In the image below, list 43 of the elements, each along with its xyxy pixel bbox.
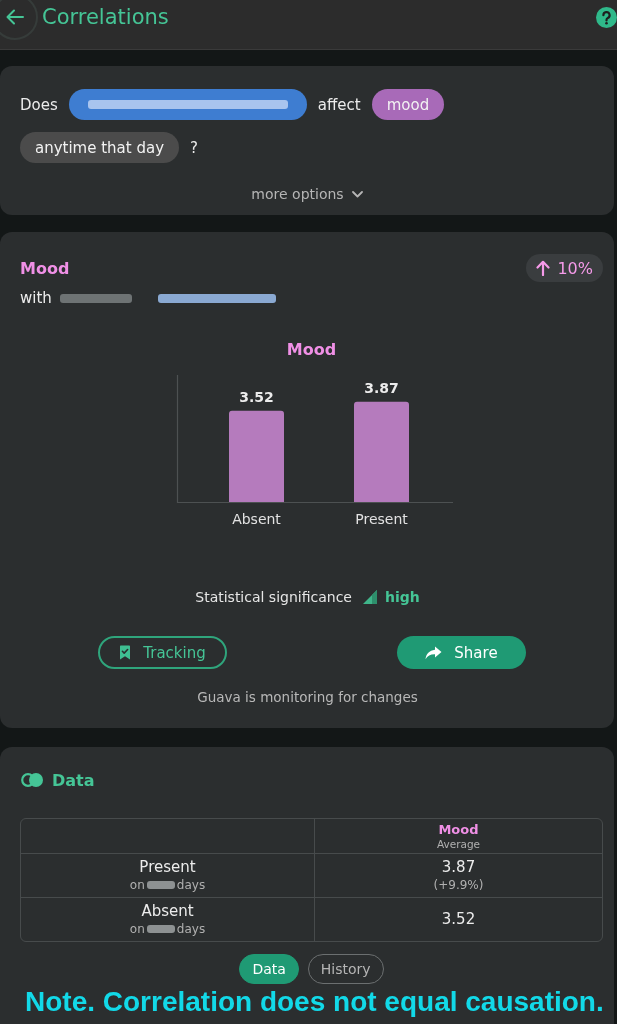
sublabel-text: on	[129, 922, 145, 936]
sublabel-text: days	[176, 878, 206, 892]
row-label: Present	[139, 857, 196, 877]
triangle-icon	[363, 590, 377, 604]
variable-chip[interactable]	[68, 89, 307, 120]
status-note: Guava is monitoring for changes	[196, 688, 419, 706]
bar-value-label: 3.87	[363, 379, 399, 396]
share-button[interactable]: Share	[397, 636, 526, 669]
section-title: Data	[52, 770, 95, 790]
chart-title: Mood	[286, 340, 337, 360]
bookmark-icon	[119, 645, 132, 660]
cell-value: 3.87	[441, 857, 476, 877]
sublabel-text: days	[176, 922, 206, 936]
question-text: Does	[20, 94, 58, 115]
cell-value: 3.52	[441, 910, 476, 929]
share-icon	[425, 645, 443, 660]
chevron-down-icon	[351, 190, 363, 198]
question-text: affect	[317, 94, 361, 115]
tracking-button[interactable]: Tracking	[98, 636, 227, 669]
result-title: Mood	[20, 258, 70, 278]
significance-label: Statistical significance	[195, 589, 352, 605]
circles-icon	[21, 773, 43, 787]
page-title: Correlations	[42, 4, 169, 31]
significance-value: high	[385, 589, 420, 605]
bar-value-label: 3.52	[238, 388, 274, 405]
help-icon[interactable]	[596, 7, 617, 28]
cell-change: (+9.9%)	[433, 876, 484, 894]
column-subtitle: Average	[436, 837, 481, 851]
row-label: Absent	[141, 901, 194, 921]
change-value: 10%	[557, 258, 593, 278]
caption-note: Note. Correlation does not equal causation.	[25, 987, 604, 1017]
column-title: Mood	[438, 821, 479, 838]
variable-chip[interactable]: anytime that day	[20, 132, 180, 163]
question-text: ?	[190, 137, 199, 158]
category-label: Present	[354, 511, 408, 527]
more-options-button[interactable]: more options	[251, 185, 363, 203]
back-button[interactable]	[0, 0, 38, 40]
tab[interactable]: Data	[239, 954, 299, 984]
subtitle-text: with	[20, 289, 52, 307]
sublabel-text: on	[129, 878, 145, 892]
left-arrow-icon	[6, 9, 24, 25]
variable-chip[interactable]: mood	[371, 89, 445, 120]
category-label: Absent	[231, 511, 281, 527]
